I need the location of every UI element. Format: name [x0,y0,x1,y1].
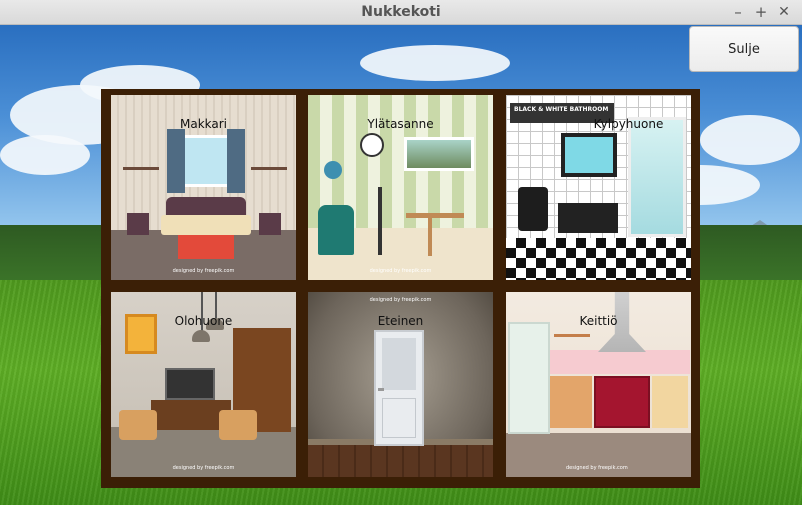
room-label: Makkari [179,117,227,131]
window-title: Nukkekoti [361,4,441,20]
room-keittio[interactable]: Keittiö designed by freepik.com [506,292,691,477]
minimize-icon[interactable]: – [728,2,748,22]
image-credit: designed by freepik.com [566,465,628,471]
room-kylpyhuone[interactable]: BLACK & WHITE BATHROOM Kylpyhuone [506,95,691,280]
window-titlebar[interactable]: Nukkekoti – + ✕ [0,0,802,25]
bed-illustration [161,215,251,235]
cloud [360,45,510,81]
fridge-illustration [508,322,550,434]
door-handle-icon [378,388,384,391]
image-credit: designed by freepik.com [172,465,235,471]
tv-illustration [165,368,215,400]
room-makkari[interactable]: Makkari designed by freepik.com [111,95,296,280]
image-credit: designed by freepik.com [369,268,432,274]
close-button[interactable]: Sulje [689,26,799,72]
room-label: Ylätasanne [367,117,434,131]
globe-icon [324,161,342,179]
cloud [0,135,90,175]
armchair-illustration [318,205,354,255]
lamp-icon [192,330,210,342]
mirror-illustration [561,133,617,177]
room-label: Olohuone [174,314,233,328]
wooden-floor [308,445,493,477]
shower-illustration [628,117,686,237]
room-label: Eteinen [377,314,424,328]
room-olohuone[interactable]: Olohuone designed by freepik.com [111,292,296,477]
clock-icon [360,133,384,157]
stove-illustration [594,376,650,428]
room-eteinen[interactable]: designed by freepik.com Eteinen [308,292,493,477]
cloud [700,115,800,165]
window-illustration [181,135,231,187]
close-icon[interactable]: ✕ [774,2,794,22]
room-label: Keittiö [579,314,618,328]
banner-text: BLACK & WHITE BATHROOM [514,106,609,113]
room-label: Kylpyhuone [593,117,664,131]
maximize-icon[interactable]: + [751,2,771,22]
room-ylatasanne[interactable]: Ylätasanne designed by freepik.com [308,95,493,280]
checkered-floor [506,238,691,280]
toilet-illustration [518,187,548,231]
image-credit: designed by freepik.com [369,297,432,303]
image-credit: designed by freepik.com [172,268,235,274]
wall-picture [404,137,474,171]
